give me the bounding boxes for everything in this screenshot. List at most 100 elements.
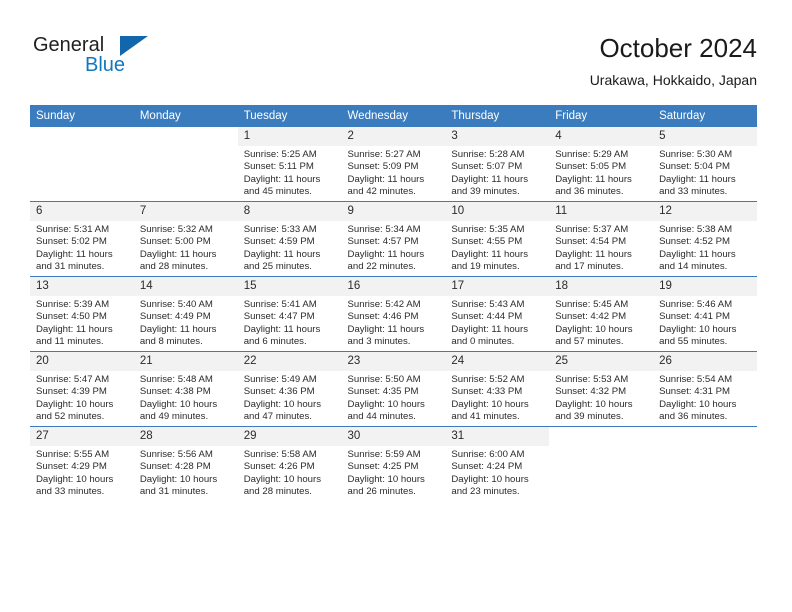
daylight-text-line1: Daylight: 10 hours — [659, 398, 737, 410]
calendar-day-cell[interactable]: 6 Sunrise: 5:31 AM Sunset: 5:02 PM Daylight… — [30, 201, 134, 277]
weekday-header-sunday: Sunday — [30, 105, 134, 127]
daylight-text-line2: and 31 minutes. — [36, 261, 105, 273]
day-details: Sunrise: 5:25 AM Sunset: 5:11 PM Daylight:… — [238, 146, 342, 199]
sunset-text: Sunset: 4:35 PM — [347, 386, 419, 398]
calendar-day-cell[interactable]: 22 Sunrise: 5:49 AM Sunset: 4:36 PM Dayligh… — [237, 351, 342, 427]
day-number: 28 — [133, 427, 238, 446]
daylight-text-line2: and 49 minutes. — [139, 411, 209, 423]
calendar-day-cell[interactable]: 8 Sunrise: 5:33 AM Sunset: 4:59 PM Daylight… — [237, 201, 342, 277]
day-details: Sunrise: 5:55 AM Sunset: 4:29 PM Daylight:… — [30, 446, 134, 499]
sunrise-text: Sunrise: 5:59 AM — [347, 449, 421, 460]
daylight-text-line2: and 47 minutes. — [243, 411, 312, 423]
day-details: Sunrise: 5:45 AM Sunset: 4:42 PM Daylight:… — [549, 296, 653, 349]
daylight-text-line1: Daylight: 10 hours — [139, 473, 218, 485]
day-number: 27 — [30, 427, 134, 446]
day-number: 17 — [445, 277, 550, 296]
weekday-header-wednesday: Wednesday — [341, 105, 446, 127]
calendar-day-cell[interactable]: 24 Sunrise: 5:52 AM Sunset: 4:33 PM Dayligh… — [445, 351, 550, 427]
calendar-day-cell[interactable]: 14 Sunrise: 5:40 AM Sunset: 4:49 PM Dayligh… — [133, 276, 238, 352]
day-number: 12 — [653, 202, 757, 221]
sunset-text: Sunset: 4:28 PM — [139, 461, 211, 473]
daylight-text-line2: and 41 minutes. — [451, 411, 520, 423]
sunset-text: Sunset: 4:38 PM — [139, 386, 211, 398]
calendar-day-cell[interactable]: 31 Sunrise: 6:00 AM Sunset: 4:24 PM Dayligh… — [445, 426, 550, 501]
daylight-text-line1: Daylight: 11 hours — [451, 173, 528, 185]
daylight-text-line2: and 36 minutes. — [659, 411, 728, 423]
day-details: Sunrise: 5:56 AM Sunset: 4:28 PM Daylight:… — [134, 446, 238, 499]
daylight-text-line2: and 25 minutes. — [243, 261, 312, 273]
calendar-day-cell[interactable]: 1 Sunrise: 5:25 AM Sunset: 5:11 PM Daylight… — [237, 127, 342, 202]
sunrise-text: Sunrise: 5:56 AM — [139, 449, 213, 460]
daylight-text-line2: and 28 minutes. — [139, 261, 209, 273]
day-details: Sunrise: 5:32 AM Sunset: 5:00 PM Daylight:… — [134, 221, 238, 274]
daylight-text-line2: and 26 minutes. — [347, 486, 416, 498]
day-number — [133, 127, 238, 146]
calendar-week-row: 20 Sunrise: 5:47 AM Sunset: 4:39 PM Dayligh… — [30, 351, 757, 427]
day-number: 8 — [237, 202, 342, 221]
sunrise-text: Sunrise: 5:55 AM — [36, 449, 110, 460]
sunset-text: Sunset: 4:49 PM — [139, 311, 211, 323]
calendar-day-cell[interactable]: 10 Sunrise: 5:35 AM Sunset: 4:55 PM Dayligh… — [445, 201, 550, 277]
calendar-day-cell[interactable]: 28 Sunrise: 5:56 AM Sunset: 4:28 PM Dayligh… — [133, 426, 238, 501]
day-number: 16 — [341, 277, 446, 296]
calendar-day-cell[interactable]: 2 Sunrise: 5:27 AM Sunset: 5:09 PM Daylight… — [341, 127, 446, 202]
daylight-text-line1: Daylight: 11 hours — [659, 173, 736, 185]
calendar-day-cell[interactable]: 21 Sunrise: 5:48 AM Sunset: 4:38 PM Dayligh… — [133, 351, 238, 427]
day-details: Sunrise: 5:59 AM Sunset: 4:25 PM Daylight:… — [342, 446, 446, 499]
calendar-day-cell[interactable]: 5 Sunrise: 5:30 AM Sunset: 5:04 PM Daylight… — [653, 127, 757, 202]
calendar-day-cell[interactable]: 20 Sunrise: 5:47 AM Sunset: 4:39 PM Dayligh… — [30, 351, 134, 427]
sunset-text: Sunset: 4:39 PM — [36, 386, 107, 398]
daylight-text-line1: Daylight: 11 hours — [555, 173, 632, 185]
daylight-text-line1: Daylight: 11 hours — [451, 248, 528, 260]
calendar-day-cell[interactable]: 17 Sunrise: 5:43 AM Sunset: 4:44 PM Dayligh… — [445, 276, 550, 352]
sunset-text: Sunset: 4:41 PM — [659, 311, 730, 323]
daylight-text-line1: Daylight: 11 hours — [36, 248, 113, 260]
sunset-text: Sunset: 5:07 PM — [451, 161, 523, 173]
calendar-day-cell[interactable]: 19 Sunrise: 5:46 AM Sunset: 4:41 PM Dayligh… — [653, 276, 757, 352]
sunrise-text: Sunrise: 5:54 AM — [659, 374, 733, 385]
daylight-text-line1: Daylight: 10 hours — [659, 323, 737, 335]
calendar-day-cell[interactable]: 16 Sunrise: 5:42 AM Sunset: 4:46 PM Dayligh… — [341, 276, 446, 352]
sunset-text: Sunset: 5:02 PM — [36, 236, 107, 248]
day-details: Sunrise: 5:58 AM Sunset: 4:26 PM Daylight:… — [238, 446, 342, 499]
calendar-day-cell[interactable]: 26 Sunrise: 5:54 AM Sunset: 4:31 PM Dayligh… — [653, 351, 757, 427]
sunset-text: Sunset: 4:47 PM — [243, 311, 315, 323]
sunset-text: Sunset: 5:05 PM — [555, 161, 627, 173]
sunrise-text: Sunrise: 5:27 AM — [347, 149, 421, 160]
calendar-day-cell[interactable]: 18 Sunrise: 5:45 AM Sunset: 4:42 PM Dayligh… — [549, 276, 654, 352]
day-details: Sunrise: 5:41 AM Sunset: 4:47 PM Daylight:… — [238, 296, 342, 349]
day-number: 21 — [133, 352, 238, 371]
daylight-text-line2: and 52 minutes. — [36, 411, 105, 423]
calendar-day-cell[interactable]: 13 Sunrise: 5:39 AM Sunset: 4:50 PM Dayligh… — [30, 276, 134, 352]
day-details: Sunrise: 5:29 AM Sunset: 5:05 PM Daylight:… — [549, 146, 653, 199]
calendar-day-cell[interactable]: 29 Sunrise: 5:58 AM Sunset: 4:26 PM Dayligh… — [237, 426, 342, 501]
day-details: Sunrise: 5:35 AM Sunset: 4:55 PM Daylight:… — [445, 221, 549, 274]
calendar-day-cell[interactable]: 12 Sunrise: 5:38 AM Sunset: 4:52 PM Dayligh… — [653, 201, 757, 277]
day-number: 2 — [341, 127, 446, 146]
calendar-day-cell[interactable]: 11 Sunrise: 5:37 AM Sunset: 4:54 PM Dayligh… — [549, 201, 654, 277]
calendar-day-cell[interactable]: 25 Sunrise: 5:53 AM Sunset: 4:32 PM Dayligh… — [549, 351, 654, 427]
day-details: Sunrise: 5:39 AM Sunset: 4:50 PM Daylight:… — [30, 296, 134, 349]
calendar-week-row: 1 Sunrise: 5:25 AM Sunset: 5:11 PM Daylight… — [30, 127, 757, 202]
day-number: 5 — [653, 127, 757, 146]
daylight-text-line1: Daylight: 10 hours — [451, 473, 529, 485]
calendar-day-cell[interactable]: 7 Sunrise: 5:32 AM Sunset: 5:00 PM Daylight… — [133, 201, 238, 277]
sunset-text: Sunset: 4:57 PM — [347, 236, 419, 248]
day-number: 24 — [445, 352, 550, 371]
day-number: 18 — [549, 277, 654, 296]
calendar-day-cell[interactable]: 3 Sunrise: 5:28 AM Sunset: 5:07 PM Daylight… — [445, 127, 550, 202]
calendar-day-cell[interactable]: 15 Sunrise: 5:41 AM Sunset: 4:47 PM Dayligh… — [237, 276, 342, 352]
calendar-day-cell[interactable]: 23 Sunrise: 5:50 AM Sunset: 4:35 PM Dayligh… — [341, 351, 446, 427]
sunset-text: Sunset: 4:46 PM — [347, 311, 419, 323]
day-number: 1 — [237, 127, 342, 146]
calendar-body: 1 Sunrise: 5:25 AM Sunset: 5:11 PM Daylight… — [30, 127, 757, 501]
calendar-day-cell[interactable]: 9 Sunrise: 5:34 AM Sunset: 4:57 PM Daylight… — [341, 201, 446, 277]
calendar-container: Sunday Monday Tuesday Wednesday Thursday… — [30, 105, 757, 501]
sunrise-text: Sunrise: 6:00 AM — [451, 449, 525, 460]
sunrise-text: Sunrise: 5:33 AM — [243, 224, 317, 235]
day-details: Sunrise: 5:47 AM Sunset: 4:39 PM Daylight:… — [30, 371, 134, 424]
calendar-day-cell[interactable]: 30 Sunrise: 5:59 AM Sunset: 4:25 PM Dayligh… — [341, 426, 446, 501]
calendar-day-cell[interactable]: 4 Sunrise: 5:29 AM Sunset: 5:05 PM Daylight… — [549, 127, 654, 202]
calendar-day-cell[interactable]: 27 Sunrise: 5:55 AM Sunset: 4:29 PM Dayligh… — [30, 426, 134, 501]
daylight-text-line1: Daylight: 11 hours — [347, 173, 425, 185]
